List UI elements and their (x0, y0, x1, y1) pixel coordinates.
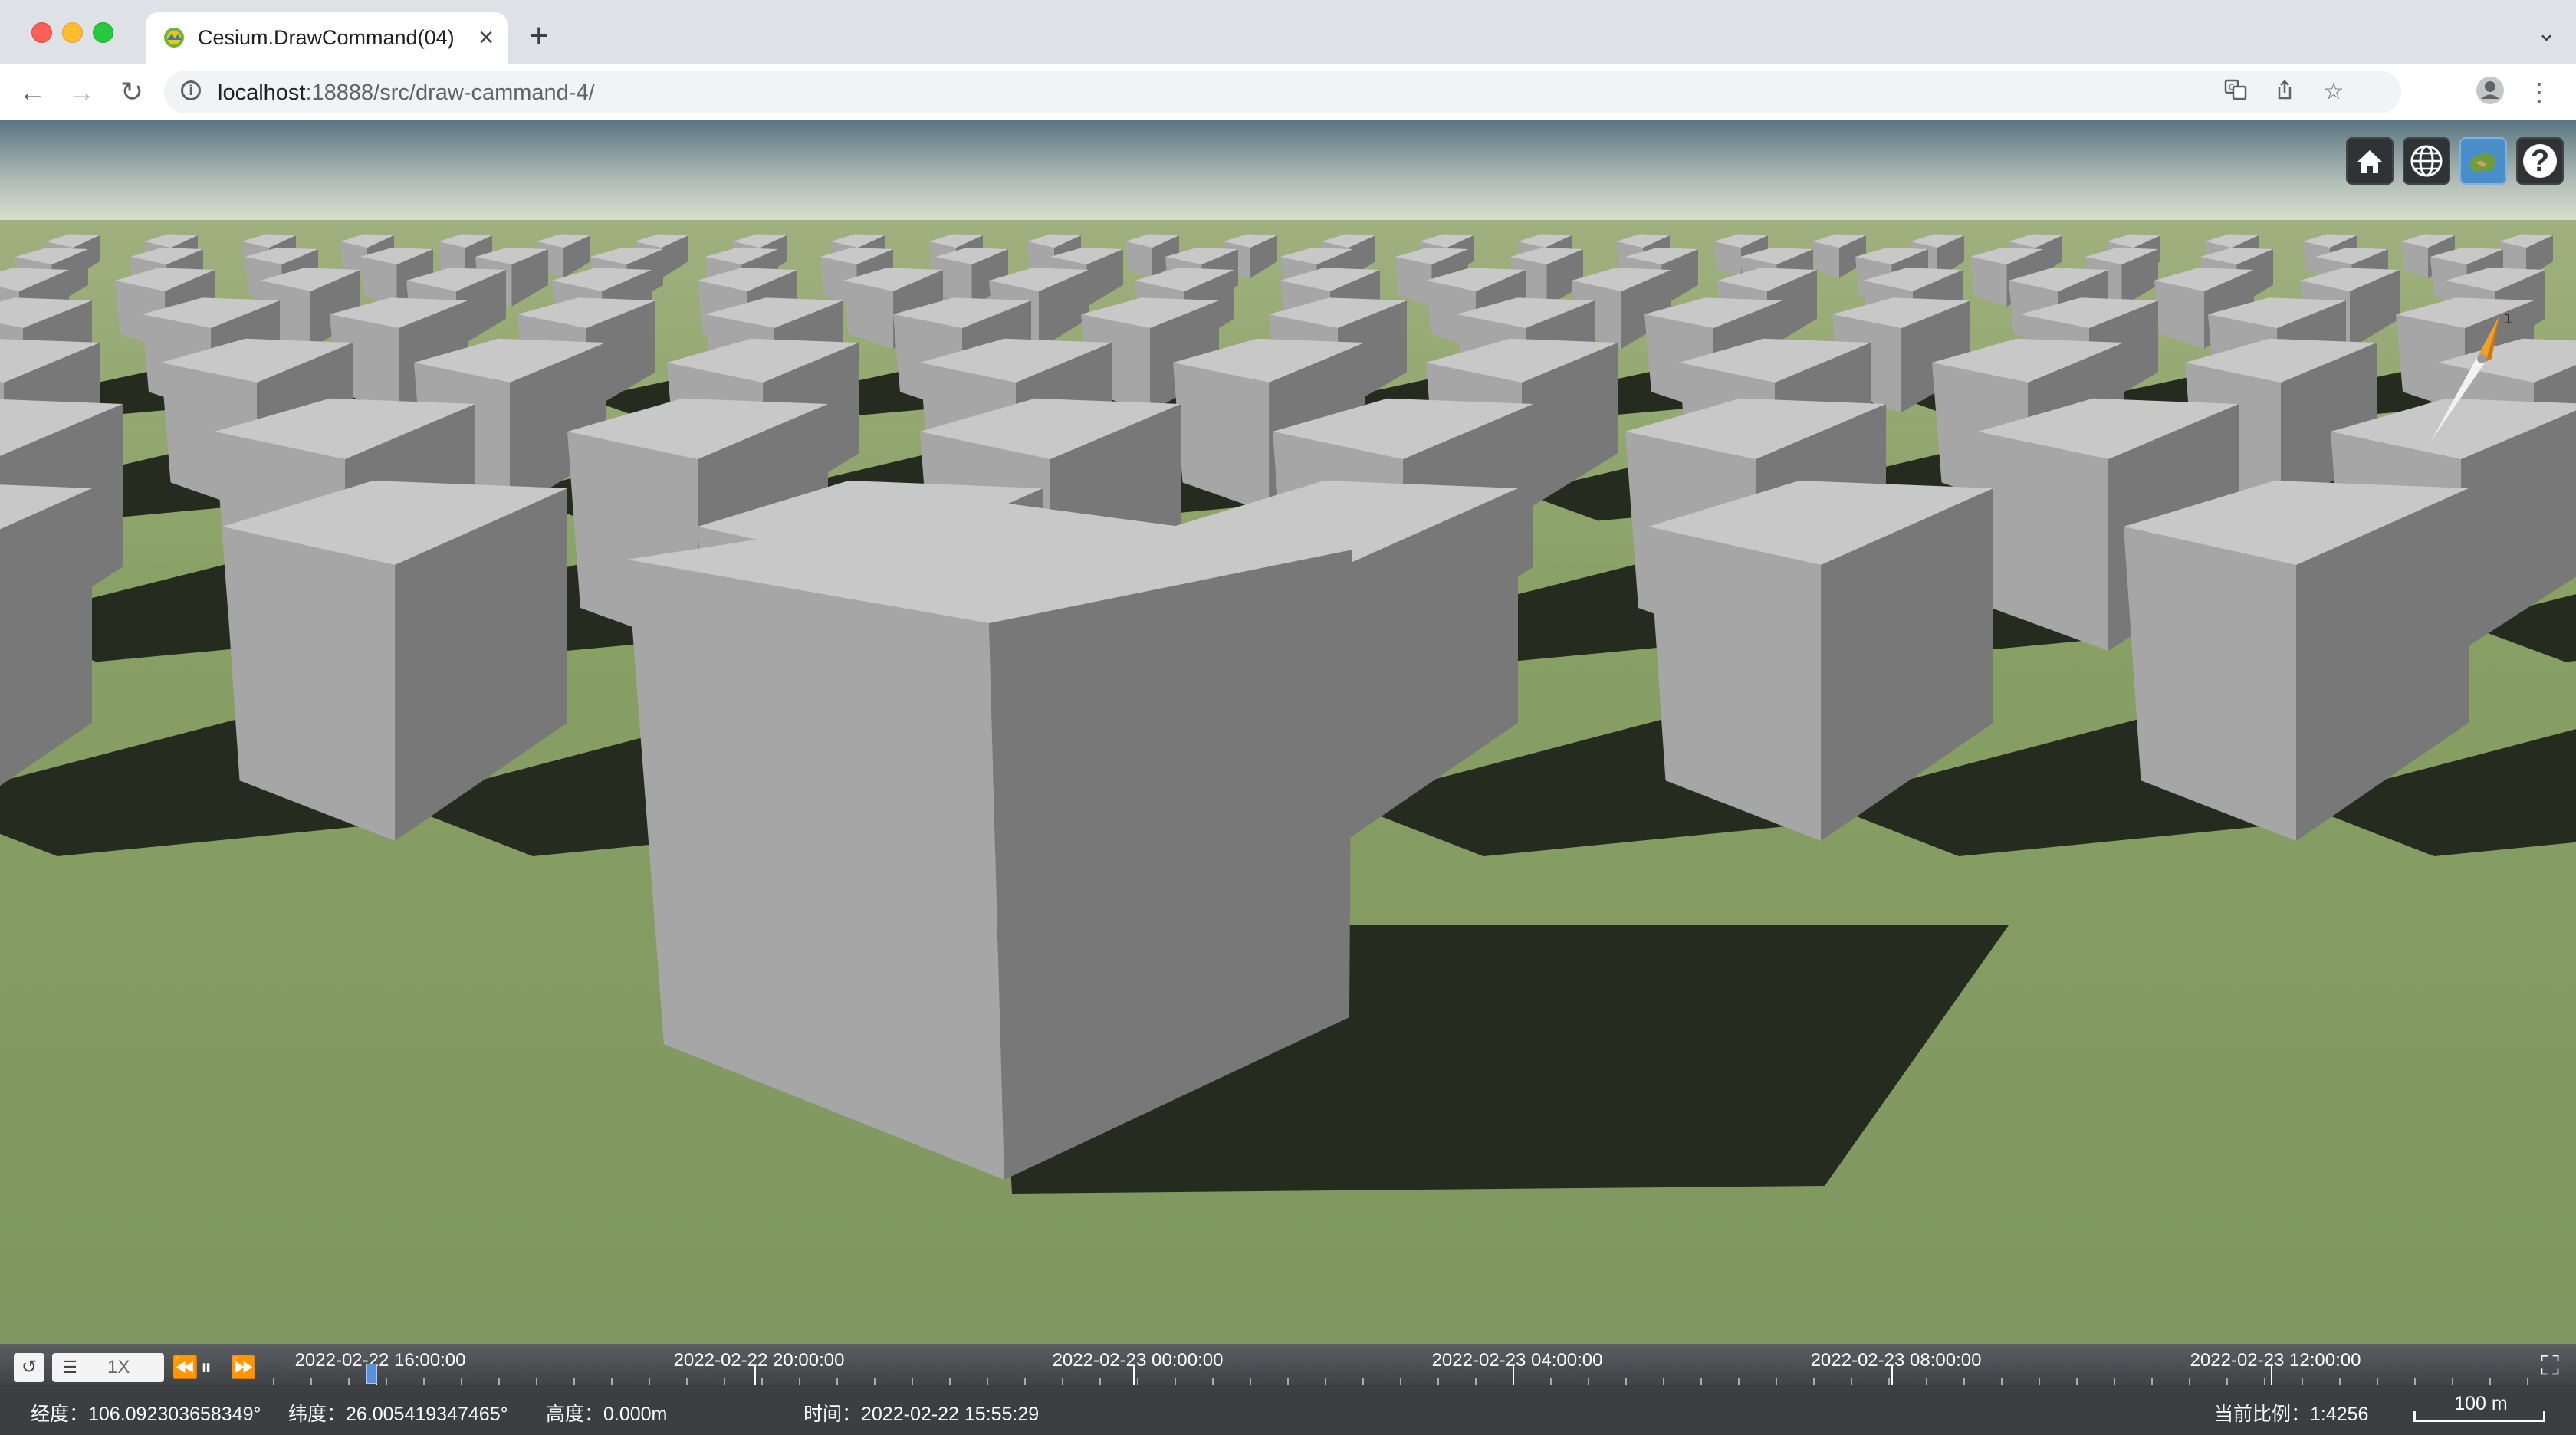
browser-tab-strip: Cesium.DrawCommand(04) × + ⌄ (0, 0, 2576, 64)
reload-button[interactable]: ↻ (115, 75, 149, 109)
compass-widget[interactable]: 1 (2415, 308, 2530, 461)
window-minimize-button[interactable] (62, 22, 83, 43)
help-icon: ? (2523, 144, 2557, 178)
timeline-label: 2022-02-22 16:00:00 (294, 1350, 466, 1371)
back-button[interactable]: ← (15, 75, 49, 109)
fullscreen-button[interactable]: ⛶ (2532, 1350, 2568, 1382)
timeline-label: 2022-02-23 04:00:00 (1431, 1350, 1603, 1371)
timeline-label: 2022-02-22 20:00:00 (673, 1350, 845, 1371)
longitude-readout: 经度：106.092303658349° (31, 1404, 261, 1425)
distance-scale-bar: 100 m (2413, 1391, 2548, 1425)
browser-tab[interactable]: Cesium.DrawCommand(04) × (146, 12, 508, 64)
height-readout: 高度：0.000m (546, 1404, 668, 1425)
status-bar: 经度：106.092303658349° 纬度：26.005419347465°… (0, 1385, 2576, 1435)
pause-button[interactable]: ⏸ (201, 1355, 212, 1381)
window-close-button[interactable] (31, 22, 52, 43)
timeline-needle[interactable] (366, 1364, 377, 1384)
translate-icon[interactable]: G (2222, 78, 2249, 106)
tab-close-icon[interactable]: × (478, 23, 494, 52)
cesium-viewer[interactable]: ? 1 ↺ ☰ 1X ⏪ ⏸ ⏩ 2022-02-22 16:00:00 202… (0, 120, 2576, 1435)
speed-control[interactable]: ☰ 1X (52, 1353, 164, 1382)
cesium-favicon-icon (164, 28, 184, 48)
timeline-label: 2022-02-23 12:00:00 (2190, 1350, 2361, 1371)
site-info-icon[interactable]: i (181, 80, 201, 100)
rewind-button[interactable]: ⏪ (172, 1355, 199, 1381)
profile-avatar-icon[interactable] (2473, 75, 2507, 109)
time-readout: 时间：2022-02-22 15:55:29 (803, 1404, 1040, 1425)
timeline-label: 2022-02-23 08:00:00 (1810, 1350, 1982, 1371)
timeline[interactable]: 2022-02-22 16:00:00 2022-02-22 20:00:00 … (273, 1344, 2528, 1385)
navigation-help-button[interactable]: ? (2516, 137, 2564, 185)
svg-text:1: 1 (2504, 311, 2512, 327)
timeline-ticks (273, 1370, 2528, 1385)
browser-menu-icon[interactable]: ⋮ (2522, 75, 2556, 109)
tab-search-chevron-icon[interactable]: ⌄ (2537, 20, 2556, 47)
base-layer-picker-icon[interactable] (2459, 137, 2507, 185)
scene-mode-globe-icon[interactable] (2403, 137, 2450, 185)
tab-title: Cesium.DrawCommand(04) (198, 26, 455, 49)
svg-text:G: G (2229, 84, 2235, 92)
animation-timeline-bar: ↺ ☰ 1X ⏪ ⏸ ⏩ 2022-02-22 16:00:00 2022-02… (0, 1344, 2576, 1385)
window-zoom-button[interactable] (93, 22, 113, 43)
scale-bar-line (2413, 1411, 2545, 1422)
3d-scene-canvas[interactable] (0, 120, 2576, 1344)
url-text: localhost:18888/src/draw-cammand-4/ (218, 80, 595, 105)
reset-time-button[interactable]: ↺ (14, 1353, 44, 1382)
speed-settings-icon[interactable]: ☰ (57, 1353, 83, 1382)
speed-value: 1X (107, 1357, 130, 1378)
share-icon[interactable] (2271, 78, 2298, 106)
scale-ratio-readout: 当前比例：1:4256 (2214, 1404, 2369, 1425)
timeline-label: 2022-02-23 00:00:00 (1052, 1350, 1224, 1371)
forward-button[interactable]: → (64, 75, 98, 109)
cesium-toolbar: ? (2346, 137, 2564, 188)
home-button[interactable] (2346, 137, 2394, 185)
address-bar[interactable]: i localhost:18888/src/draw-cammand-4/ G … (164, 71, 2401, 113)
bookmark-star-icon[interactable]: ☆ (2320, 78, 2348, 106)
play-forward-button[interactable]: ⏩ (230, 1355, 257, 1381)
browser-toolbar: ← → ↻ i localhost:18888/src/draw-cammand… (0, 64, 2576, 120)
latitude-readout: 纬度：26.005419347465° (288, 1404, 508, 1425)
new-tab-button[interactable]: + (529, 17, 549, 55)
sky (0, 120, 2576, 228)
